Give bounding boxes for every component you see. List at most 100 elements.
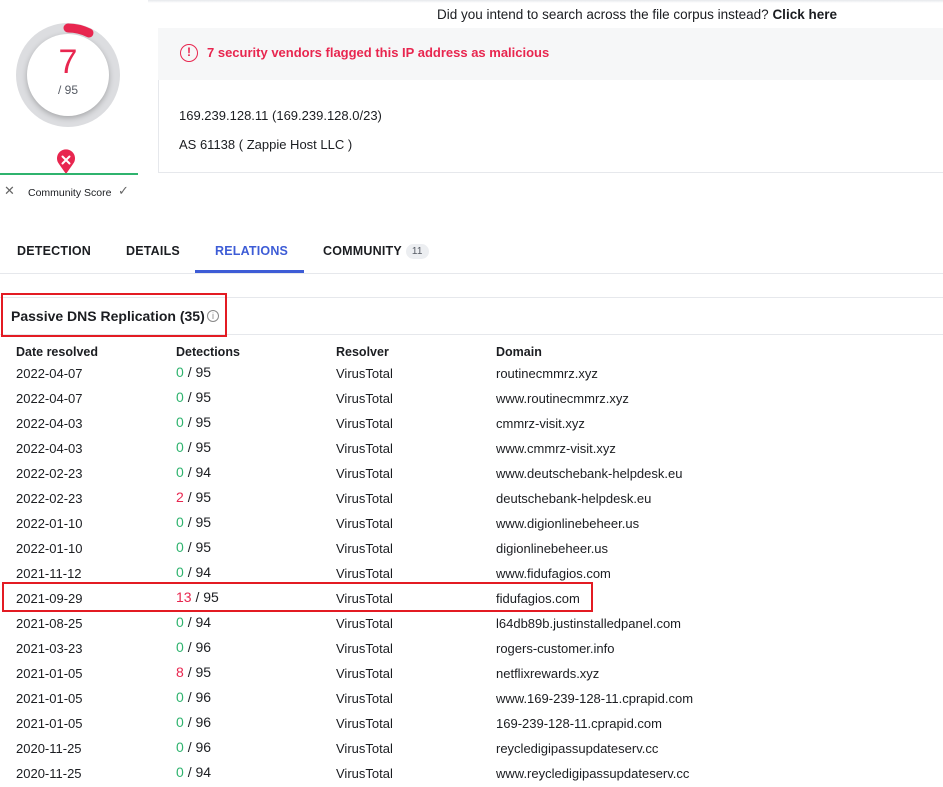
cell-domain[interactable]: rogers-customer.info xyxy=(496,641,615,656)
cell-domain[interactable]: www.digionlinebeheer.us xyxy=(496,516,639,531)
cell-date: 2021-01-05 xyxy=(16,691,83,706)
cell-detections: 0 / 94 xyxy=(176,614,211,630)
detection-total: / 94 xyxy=(187,614,212,630)
cell-detections: 0 / 96 xyxy=(176,689,211,705)
alert-circle-icon: ! xyxy=(180,44,198,62)
community-count-badge: 11 xyxy=(405,244,429,260)
cell-resolver[interactable]: VirusTotal xyxy=(336,516,393,531)
highlight-box-row xyxy=(2,582,593,612)
detection-count: 0 xyxy=(176,714,184,730)
as-info: AS 61138 ( Zappie Host LLC ) xyxy=(179,137,353,152)
cell-resolver[interactable]: VirusTotal xyxy=(336,691,393,706)
cell-resolver[interactable]: VirusTotal xyxy=(336,766,393,781)
community-score-row: ✕ Community Score ✓ xyxy=(0,183,140,203)
cell-resolver[interactable]: VirusTotal xyxy=(336,641,393,656)
detection-total: / 95 xyxy=(187,514,212,530)
cell-resolver[interactable]: VirusTotal xyxy=(336,466,393,481)
detection-count: 0 xyxy=(176,439,184,455)
tab-community-label: COMMUNITY xyxy=(323,244,402,258)
cell-resolver[interactable]: VirusTotal xyxy=(336,566,393,581)
cell-domain[interactable]: deutschebank-helpdesk.eu xyxy=(496,491,651,506)
cell-domain[interactable]: www.routinecmmrz.xyz xyxy=(496,391,629,406)
cell-date: 2021-01-05 xyxy=(16,716,83,731)
cell-resolver[interactable]: VirusTotal xyxy=(336,541,393,556)
cell-date: 2021-08-25 xyxy=(16,616,83,631)
detection-total: / 95 xyxy=(187,664,212,680)
search-hint: Did you intend to search across the file… xyxy=(437,7,837,22)
cell-domain[interactable]: netflixrewards.xyz xyxy=(496,666,599,681)
cell-date: 2022-04-07 xyxy=(16,366,83,381)
cell-detections: 2 / 95 xyxy=(176,489,211,505)
cell-domain[interactable]: www.reycledigipassupdateserv.cc xyxy=(496,766,689,781)
cell-resolver[interactable]: VirusTotal xyxy=(336,416,393,431)
header-date-resolved: Date resolved xyxy=(16,345,98,359)
cell-detections: 0 / 95 xyxy=(176,389,211,405)
cell-domain[interactable]: www.fidufagios.com xyxy=(496,566,611,581)
cell-domain[interactable]: digionlinebeheer.us xyxy=(496,541,608,556)
click-here-link[interactable]: Click here xyxy=(772,7,837,22)
table-header: Date resolved Detections Resolver Domain xyxy=(0,345,943,361)
cell-detections: 8 / 95 xyxy=(176,664,211,680)
detection-count: 0 xyxy=(176,564,184,580)
cell-resolver[interactable]: VirusTotal xyxy=(336,391,393,406)
detection-count: 0 xyxy=(176,689,184,705)
detection-count: 0 xyxy=(176,764,184,780)
cell-domain[interactable]: reycledigipassupdateserv.cc xyxy=(496,741,658,756)
cell-detections: 0 / 95 xyxy=(176,364,211,380)
cell-detections: 0 / 95 xyxy=(176,539,211,555)
cell-detections: 0 / 95 xyxy=(176,514,211,530)
close-icon[interactable]: ✕ xyxy=(4,183,15,199)
cell-date: 2020-11-25 xyxy=(16,741,82,756)
cell-domain[interactable]: www.cmmrz-visit.xyz xyxy=(496,441,616,456)
community-score-bar xyxy=(0,173,138,175)
cell-date: 2021-03-23 xyxy=(16,641,83,656)
tab-details[interactable]: DETAILS xyxy=(126,244,180,258)
cell-date: 2022-02-23 xyxy=(16,491,83,506)
detection-gauge: 7 / 95 xyxy=(16,23,120,127)
cell-detections: 0 / 96 xyxy=(176,639,211,655)
tab-relations[interactable]: RELATIONS xyxy=(215,244,288,258)
tab-community[interactable]: COMMUNITY 11 xyxy=(323,244,429,260)
detection-count: 0 xyxy=(176,539,184,555)
detection-total: / 95 xyxy=(187,489,212,505)
cell-resolver[interactable]: VirusTotal xyxy=(336,616,393,631)
detection-count: 7 xyxy=(58,43,78,81)
detection-count: 0 xyxy=(176,639,184,655)
table-row: 2021-01-05 0 / 96 VirusTotal 169-239-128-11… xyxy=(0,712,943,737)
tab-bar: DETECTION DETAILS RELATIONS COMMUNITY 11 xyxy=(0,230,943,274)
header-resolver: Resolver xyxy=(336,345,389,359)
detection-total: / 94 xyxy=(187,464,212,480)
cell-domain[interactable]: www.deutschebank-helpdesk.eu xyxy=(496,466,682,481)
summary-panel: ! 7 security vendors flagged this IP add… xyxy=(158,28,943,173)
cell-domain[interactable]: cmmrz-visit.xyz xyxy=(496,416,585,431)
detection-count: 0 xyxy=(176,389,184,405)
tab-detection[interactable]: DETECTION xyxy=(17,244,91,258)
cell-resolver[interactable]: VirusTotal xyxy=(336,741,393,756)
cell-detections: 0 / 96 xyxy=(176,739,211,755)
summary-divider-vertical xyxy=(158,80,159,173)
table-row: 2022-04-07 0 / 95 VirusTotal routinecmmrz.x… xyxy=(0,362,943,387)
cell-resolver[interactable]: VirusTotal xyxy=(336,666,393,681)
cell-domain[interactable]: www.169-239-128-11.cprapid.com xyxy=(496,691,693,706)
community-score-label: Community Score xyxy=(28,187,112,199)
cell-resolver[interactable]: VirusTotal xyxy=(336,491,393,506)
cell-resolver[interactable]: VirusTotal xyxy=(336,716,393,731)
cell-domain[interactable]: l64db89b.justinstalledpanel.com xyxy=(496,616,681,631)
score-panel: 7 / 95 ✕ Community Score ✓ xyxy=(0,23,150,208)
detection-total: / 95 xyxy=(187,364,212,380)
cell-resolver[interactable]: VirusTotal xyxy=(336,441,393,456)
table-row: 2022-01-10 0 / 95 VirusTotal digionlinebehe… xyxy=(0,537,943,562)
cell-date: 2021-11-12 xyxy=(16,566,82,581)
cell-domain[interactable]: 169-239-128-11.cprapid.com xyxy=(496,716,662,731)
table-row: 2021-03-23 0 / 96 VirusTotal rogers-custome… xyxy=(0,637,943,662)
check-icon[interactable]: ✓ xyxy=(118,183,129,199)
top-bar-shadow xyxy=(148,0,943,3)
table-row: 2021-01-05 8 / 95 VirusTotal netflixrewards… xyxy=(0,662,943,687)
table-row: 2022-02-23 2 / 95 VirusTotal deutschebank-h… xyxy=(0,487,943,512)
table-row: 2022-02-23 0 / 94 VirusTotal www.deutscheba… xyxy=(0,462,943,487)
cell-date: 2021-01-05 xyxy=(16,666,83,681)
cell-resolver[interactable]: VirusTotal xyxy=(336,366,393,381)
alert-text: 7 security vendors flagged this IP addre… xyxy=(207,45,550,60)
cell-domain[interactable]: routinecmmrz.xyz xyxy=(496,366,598,381)
detection-count: 2 xyxy=(176,489,184,505)
